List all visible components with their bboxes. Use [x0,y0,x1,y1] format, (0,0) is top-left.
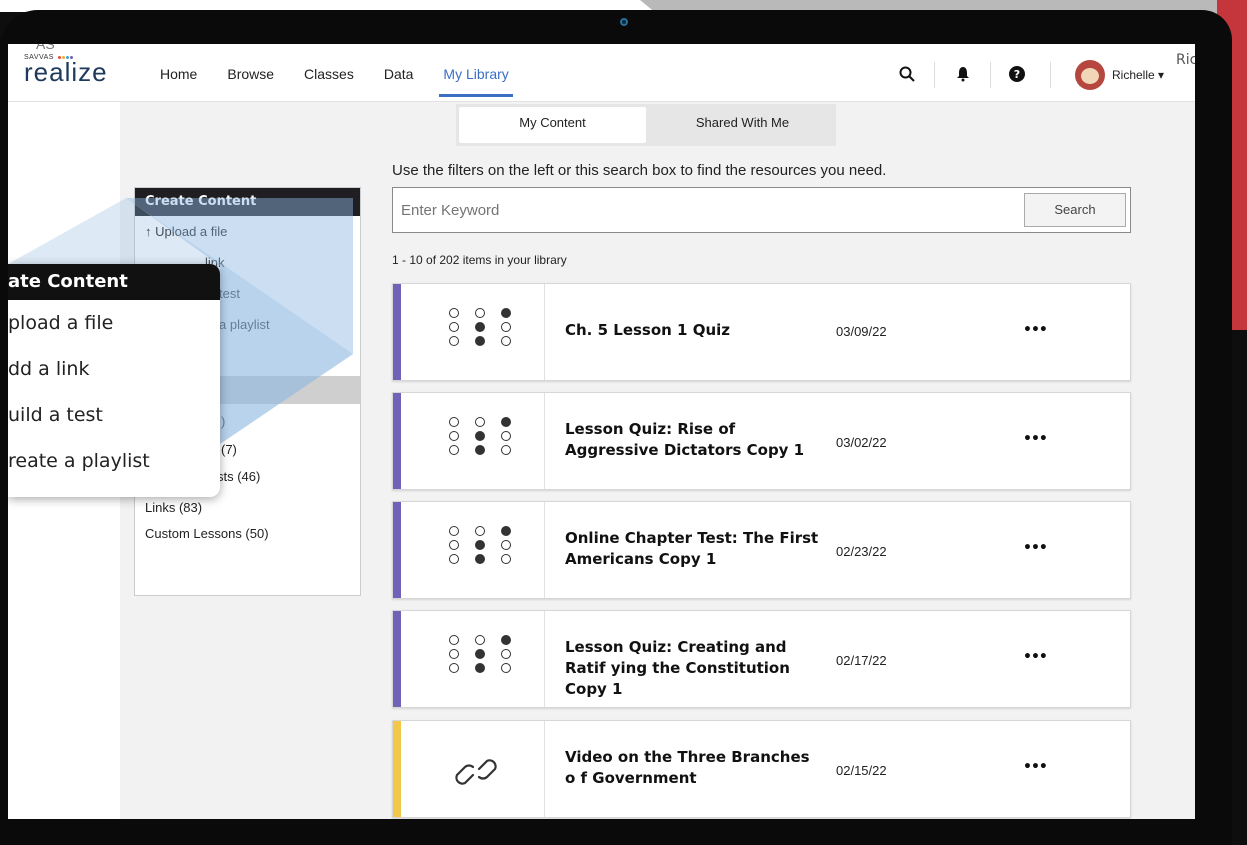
search-input[interactable] [393,188,1013,232]
zoom-callout: ate Content pload a file dd a link uild … [8,264,220,497]
create-content-heading: Create Content [135,188,360,216]
nav-data[interactable]: Data [384,66,414,102]
device-frame: AS SAVVAS realize Home Browse Classes Da… [0,0,1247,845]
nav-browse[interactable]: Browse [227,66,274,102]
ghost-overlay-row: AS [8,44,1195,56]
nav-my-library[interactable]: My Library [439,66,514,102]
list-item[interactable]: Online Chapter Test: The First Americans… [392,501,1131,599]
ghost-brand-text: AS [36,44,55,52]
list-item[interactable]: Lesson Quiz: Creating and Ratif ying the… [392,610,1131,708]
zoom-add-link: dd a link [8,358,90,380]
search-button[interactable]: Search [1024,193,1126,227]
bell-icon[interactable] [952,66,974,84]
item-title[interactable]: Lesson Quiz: Rise of Aggressive Dictator… [565,419,825,461]
item-title[interactable]: Lesson Quiz: Creating and Ratif ying the… [565,637,825,700]
item-icon-cell [401,284,545,380]
nav-home[interactable]: Home [160,66,197,102]
top-header: AS SAVVAS realize Home Browse Classes Da… [8,44,1195,102]
item-title[interactable]: Online Chapter Test: The First Americans… [565,528,825,570]
realize-logo[interactable]: SAVVAS realize [24,54,108,87]
results-count: 1 - 10 of 202 items in your library [392,253,567,267]
item-date: 02/15/22 [836,763,887,778]
assessment-icon [449,526,511,576]
item-icon-cell [401,721,545,817]
more-options-icon[interactable]: ••• [1023,649,1048,665]
zoom-create-playlist: reate a playlist [8,450,150,472]
main-nav: Home Browse Classes Data My Library [160,66,539,102]
user-menu[interactable]: Richelle ▾ [1112,68,1164,82]
type-stripe [393,502,401,598]
item-icon-cell [401,611,545,707]
filter-item[interactable]: (7) [221,442,237,457]
search-hint: Use the filters on the left or this sear… [392,162,887,179]
header-divider [1050,62,1051,88]
item-title[interactable]: Video on the Three Branches o f Governme… [565,747,825,789]
zoom-build-test: uild a test [8,404,103,426]
assessment-icon [449,308,511,358]
header-divider [934,62,935,88]
item-date: 02/23/22 [836,544,887,559]
assessment-icon [449,635,511,685]
logo-name: realize [24,57,108,87]
more-options-icon[interactable]: ••• [1023,431,1048,447]
item-title[interactable]: Ch. 5 Lesson 1 Quiz [565,320,825,341]
item-icon-cell [401,393,545,489]
nav-classes[interactable]: Classes [304,66,354,102]
zoom-upload: pload a file [8,312,114,334]
more-options-icon[interactable]: ••• [1023,322,1048,338]
list-item[interactable]: Video on the Three Branches o f Governme… [392,720,1131,818]
more-options-icon[interactable]: ••• [1023,540,1048,556]
more-options-icon[interactable]: ••• [1023,759,1048,775]
type-stripe [393,284,401,380]
link-icon [455,759,497,785]
svg-text:?: ? [1014,68,1020,81]
header-divider [990,62,991,88]
type-stripe [393,611,401,707]
camera-icon [620,18,628,26]
search-icon[interactable] [896,66,918,84]
filter-links[interactable]: Links (83) [145,500,202,515]
tab-my-content[interactable]: My Content [459,107,646,143]
search-bar: Search [392,187,1131,233]
filter-item[interactable]: ) [221,414,225,429]
avatar[interactable] [1075,60,1105,90]
filter-custom-lessons[interactable]: Custom Lessons (50) [145,526,269,541]
app-screen: AS SAVVAS realize Home Browse Classes Da… [8,44,1195,819]
type-stripe [393,721,401,817]
filter-item[interactable]: sts (46) [217,469,260,484]
upload-file-link[interactable]: ↑ Upload a file [135,216,360,247]
tab-shared-with-me[interactable]: Shared With Me [649,104,836,146]
library-tabs: My Content Shared With Me [456,104,836,146]
zoom-heading: ate Content [8,264,220,300]
type-stripe [393,393,401,489]
item-date: 02/17/22 [836,653,887,668]
list-item[interactable]: Ch. 5 Lesson 1 Quiz 03/09/22 ••• [392,283,1131,381]
list-item[interactable]: Lesson Quiz: Rise of Aggressive Dictator… [392,392,1131,490]
item-date: 03/02/22 [836,435,887,450]
item-icon-cell [401,502,545,598]
ghost-user-text: Ric [1176,52,1195,68]
assessment-icon [449,417,511,467]
item-date: 03/09/22 [836,324,887,339]
help-icon[interactable]: ? [1006,66,1028,84]
